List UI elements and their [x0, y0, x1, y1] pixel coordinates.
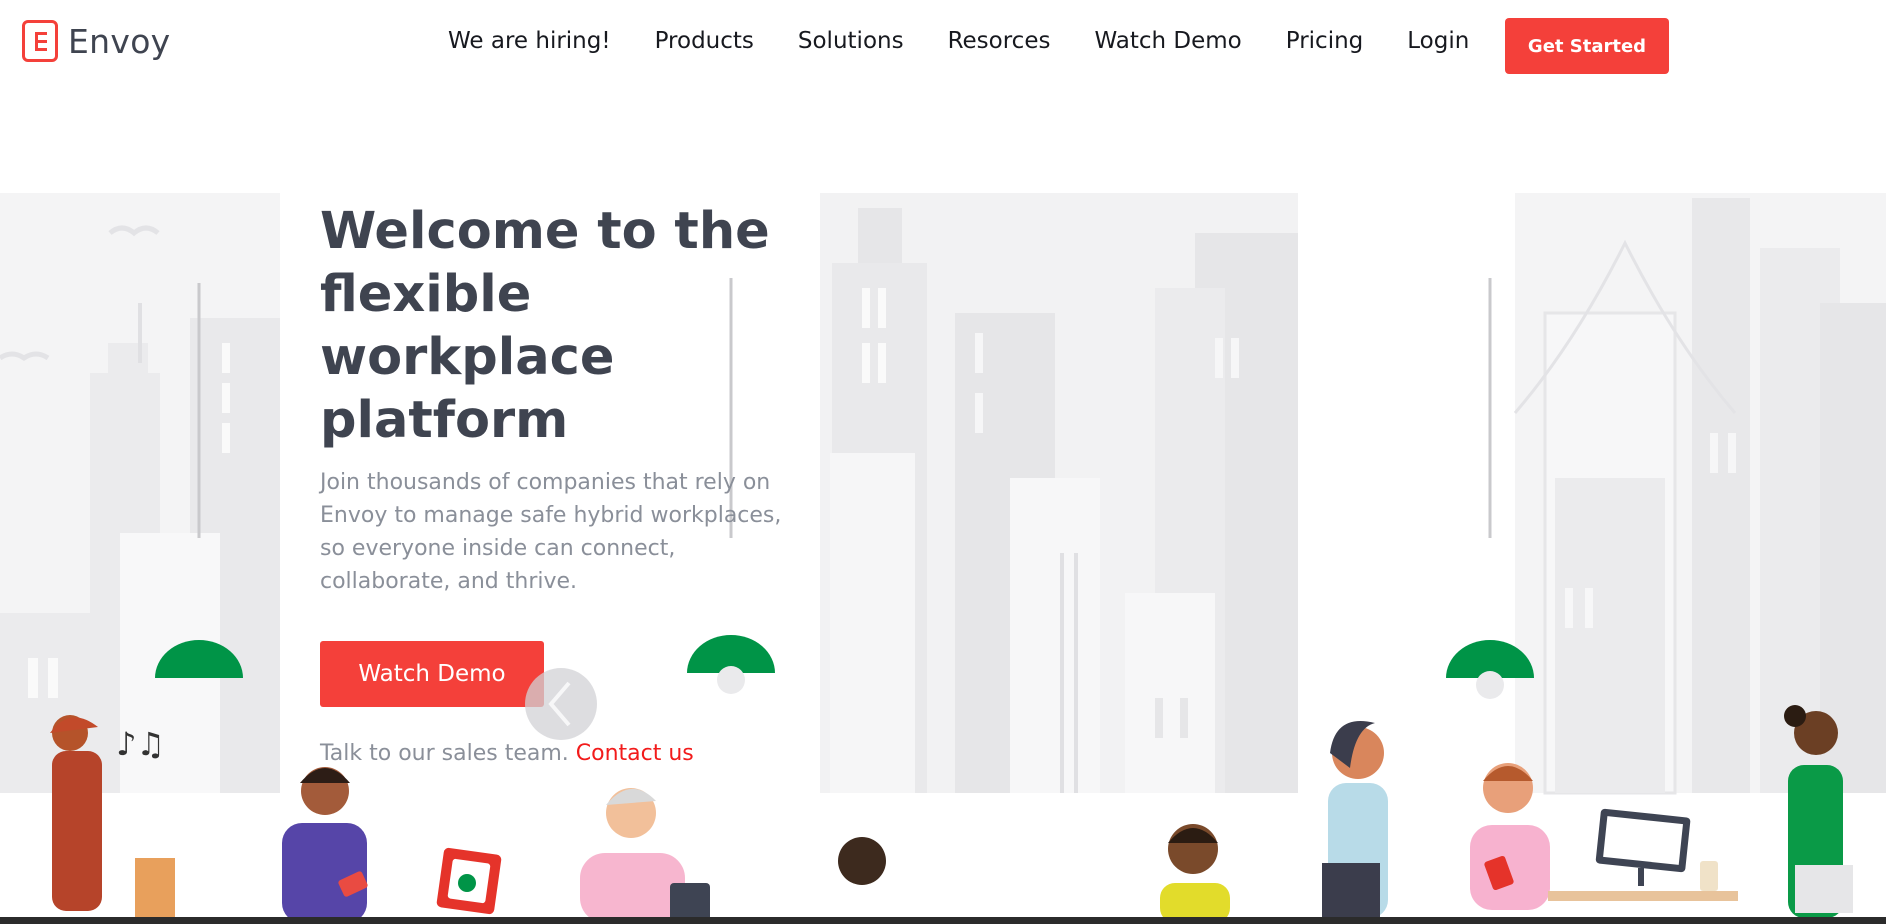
nav-item-hiring[interactable]: We are hiring! — [448, 28, 611, 54]
sales-text: Talk to our sales team. — [320, 741, 569, 766]
envoy-logo[interactable]: Envoy — [22, 20, 171, 62]
carousel-prev-button[interactable] — [525, 668, 597, 740]
window-bottom-edge — [0, 917, 1886, 924]
get-started-button[interactable]: Get Started — [1505, 18, 1669, 74]
brand-name: Envoy — [68, 21, 171, 61]
sales-contact-line: Talk to our sales team. Contact us — [320, 741, 694, 766]
city-skyline-illustration: ♪♫ — [0, 193, 1886, 918]
nav-item-pricing[interactable]: Pricing — [1286, 28, 1364, 54]
hero-subtitle: Join thousands of companies that rely on… — [320, 470, 782, 594]
site-header: Envoy We are hiring! Products Solutions … — [0, 0, 1886, 92]
chevron-left-icon — [548, 681, 571, 727]
contact-us-link[interactable]: Contact us — [576, 741, 694, 766]
nav-item-solutions[interactable]: Solutions — [798, 28, 904, 54]
watch-demo-button[interactable]: Watch Demo — [320, 641, 544, 707]
nav-item-products[interactable]: Products — [655, 28, 754, 54]
envoy-logo-icon — [22, 20, 58, 62]
hero-content: Welcome to the flexible workplace platfo… — [320, 200, 790, 598]
nav-item-watch-demo[interactable]: Watch Demo — [1094, 28, 1241, 54]
hero-illustration: ♪♫ — [0, 193, 1886, 918]
svg-text:♪♫: ♪♫ — [116, 725, 165, 763]
nav-item-login[interactable]: Login — [1407, 28, 1469, 54]
hero-title: Welcome to the flexible workplace platfo… — [320, 202, 770, 450]
nav-item-resources[interactable]: Resorces — [948, 28, 1051, 54]
main-nav: We are hiring! Products Solutions Resorc… — [448, 28, 1513, 54]
